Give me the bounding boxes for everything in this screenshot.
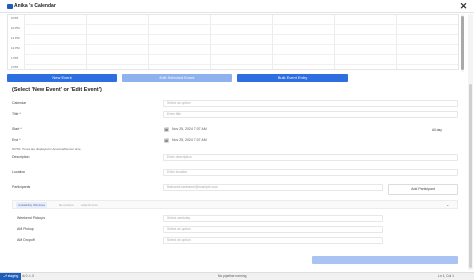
time-label: 11 PM xyxy=(11,36,20,40)
calendar-grid[interactable]: 9 PM 10 PM 11 PM 12 PM 1 PM 2 PM xyxy=(7,14,459,70)
location-label: Location xyxy=(12,170,26,174)
add-participant-button[interactable]: Add Participant xyxy=(388,184,458,195)
am-pickup-select[interactable]: Select an option xyxy=(163,226,383,233)
calendar-window: Anika 's Calendar ✕ 9 PM 10 PM 11 PM 12 … xyxy=(0,0,474,280)
calendar-date-icon: 🗓 xyxy=(164,138,170,143)
form-heading: (Select 'New Event' or 'Edit Event') xyxy=(12,87,102,93)
hour-divider xyxy=(24,54,458,55)
time-label: 10 PM xyxy=(11,26,20,30)
submit-button[interactable] xyxy=(312,256,458,264)
window-scrollbar-thumb[interactable] xyxy=(469,84,472,268)
edit-event-button[interactable]: Edit Selected Event xyxy=(122,74,232,82)
time-label: 1 PM xyxy=(11,56,19,60)
bulk-event-button[interactable]: Bulk Event Entry xyxy=(237,74,348,82)
time-label: 12 PM xyxy=(11,46,20,50)
participants-label: Participants xyxy=(12,185,31,189)
tab-availability-windows[interactable]: Availability Windows xyxy=(16,202,48,208)
time-label: 2 PM xyxy=(11,65,19,69)
calendar-scrollbar-thumb[interactable] xyxy=(461,16,464,70)
calendar-label: Calendar xyxy=(12,101,27,105)
calendar-scrollbar[interactable] xyxy=(461,14,464,72)
end-datetime[interactable]: Nov 25, 2024 7:07 AM xyxy=(172,138,207,143)
status-bar: ⎇ staging ⊘ 0 ⚠ 0 No pipeline running Ln… xyxy=(0,272,474,280)
options-tabs: Availability Windows Reminders Attachmen… xyxy=(12,200,458,209)
tab-attachments[interactable]: Attachments xyxy=(79,202,100,208)
window-scrollbar[interactable] xyxy=(468,14,473,270)
title-input[interactable]: Enter title xyxy=(163,111,458,118)
close-button[interactable]: ✕ xyxy=(459,2,468,11)
pipeline-status[interactable]: No pipeline running xyxy=(218,273,246,280)
start-label: Start * xyxy=(12,127,22,131)
start-datetime[interactable]: Nov 25, 2024 7:07 AM xyxy=(172,127,207,132)
am-dropoff-select[interactable]: Select an option xyxy=(163,237,383,244)
title-label: Title * xyxy=(12,112,21,116)
weekend-pickups-select[interactable]: Select weekday xyxy=(163,215,383,222)
timezone-note: NOTE: Times are displayed in America/Den… xyxy=(12,147,82,151)
description-label: Description xyxy=(12,155,30,159)
am-pickup-label: AM Pickup xyxy=(17,227,34,231)
calendar-select[interactable]: Select an option xyxy=(163,100,458,107)
problems-indicator[interactable]: ⊘ 0 ⚠ 0 xyxy=(22,273,34,280)
time-label: 9 PM xyxy=(11,16,19,20)
cursor-position[interactable]: Ln 1, Col 1 xyxy=(438,273,454,280)
chevron-down-icon[interactable]: ⌄ xyxy=(446,202,449,207)
calendar-icon xyxy=(7,4,13,9)
all-day-checkbox[interactable]: All day xyxy=(432,128,442,133)
description-input[interactable]: Enter description xyxy=(163,154,458,161)
tab-reminders[interactable]: Reminders xyxy=(57,202,76,208)
new-event-button[interactable]: New Event xyxy=(7,74,117,82)
hour-divider xyxy=(24,34,458,35)
window-title: Anika 's Calendar xyxy=(14,3,56,9)
hour-divider xyxy=(24,64,458,65)
calendar-date-icon: 🗓 xyxy=(164,127,170,132)
hour-divider xyxy=(24,44,458,45)
end-label: End * xyxy=(12,138,21,142)
participant-email-input[interactable]: firstname.lastname@example.com xyxy=(163,184,383,191)
title-bar: Anika 's Calendar ✕ xyxy=(0,0,474,13)
am-dropoff-label: AM Dropoff xyxy=(17,238,35,242)
branch-indicator[interactable]: ⎇ staging xyxy=(0,273,22,280)
location-input[interactable]: Enter location xyxy=(163,169,458,176)
weekend-pickups-label: Weekend Pickups xyxy=(17,216,45,220)
hour-divider xyxy=(24,24,458,25)
